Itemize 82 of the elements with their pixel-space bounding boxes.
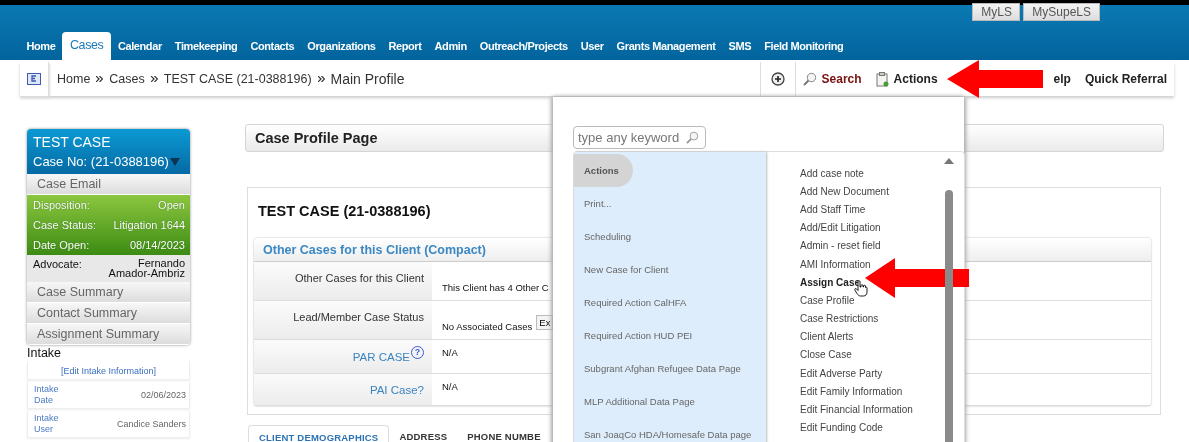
status-label: Disposition: <box>33 199 90 211</box>
field-label: Lead/Member Case Status <box>293 311 424 323</box>
nav-tab[interactable]: Admin <box>428 34 474 60</box>
case-heading: TEST CASE (21-0388196) <box>258 203 431 219</box>
breadcrumb-link[interactable]: Home <box>57 72 91 86</box>
field-value: N/A <box>442 381 458 392</box>
case-email-link[interactable]: Case Email <box>27 174 190 195</box>
nav-tab[interactable]: Grants Management <box>610 34 723 60</box>
field-label: Other Cases for this Client <box>295 272 424 284</box>
actions-link[interactable]: Actions <box>868 71 945 87</box>
help-link[interactable]: elp <box>1046 72 1078 86</box>
action-item[interactable]: Case Profile <box>800 291 855 310</box>
category-item[interactable]: Required Action HUD PEI <box>574 319 707 352</box>
action-item[interactable]: Edit Family Information <box>800 382 903 401</box>
nav-tab[interactable]: SMS <box>722 34 758 60</box>
action-item[interactable]: Edit Financial Information <box>800 400 913 419</box>
nav-tab[interactable]: Organizations <box>300 34 382 60</box>
breadcrumb-link[interactable]: TEST CASE (21-0388196) <box>163 72 312 86</box>
action-item[interactable]: AMI Information <box>800 254 871 274</box>
nav-tab[interactable]: Cases <box>61 32 112 60</box>
section-tab[interactable]: ADDRESS <box>389 425 458 442</box>
nav-tab[interactable]: Calendar <box>111 34 169 60</box>
action-item[interactable]: Admin - reset field <box>800 236 881 255</box>
search-link[interactable]: Search <box>795 72 869 86</box>
other-cases-title: Other Cases for this Client (Compact) <box>263 242 486 257</box>
breadcrumb-link[interactable]: Cases <box>109 72 145 86</box>
status-label: Case Status: <box>33 219 96 231</box>
breadcrumb-current: Main Profile <box>330 71 405 87</box>
section-tab[interactable]: PHONE NUMBE <box>457 425 551 442</box>
category-item[interactable]: New Case for Client <box>574 253 683 286</box>
intake-label: Intake User <box>34 413 60 435</box>
page-title: Case Profile Page <box>255 130 378 146</box>
action-item[interactable]: Close Case <box>800 345 852 365</box>
status-value: Open <box>158 199 185 211</box>
summary-link[interactable]: Assignment Summary <box>27 324 190 345</box>
status-value: Litigation 1644 <box>113 219 185 231</box>
nav-tab[interactable]: User <box>574 34 611 60</box>
action-item[interactable]: Edit Funding Code <box>800 418 883 437</box>
field-label[interactable]: PAR CASE <box>352 350 410 363</box>
summary-link[interactable]: Contact Summary <box>27 303 190 324</box>
category-item[interactable]: Required Action CalHFA <box>574 286 701 319</box>
category-item[interactable]: MLP Additional Data Page <box>574 385 709 418</box>
action-item[interactable]: Case Restrictions <box>800 309 879 328</box>
field-value: No Associated Cases <box>442 321 533 332</box>
action-item[interactable]: Edit Adverse Party <box>800 364 883 383</box>
keyword-search-field[interactable]: type any keyword <box>573 126 706 149</box>
intake-label: Intake Date <box>34 384 60 406</box>
advocate-name: Fernando Amador-Ambriz <box>107 258 185 278</box>
section-tab[interactable]: CLIENT DEMOGRAPHICS <box>248 425 390 442</box>
nav-tab[interactable]: Contacts <box>243 34 301 60</box>
nav-tab[interactable]: Report <box>381 34 428 60</box>
action-item[interactable]: Add Staff Time <box>800 200 866 219</box>
action-item[interactable]: Add New Document <box>800 182 889 201</box>
top-button[interactable]: MySupeLS <box>1023 3 1100 21</box>
action-item[interactable]: Client Alerts <box>800 327 854 346</box>
action-item[interactable]: Add case note <box>800 164 864 183</box>
case-number: Case No: (21-0388196) <box>33 154 169 169</box>
category-item[interactable]: Print... <box>574 187 626 220</box>
top-button[interactable]: MyLS <box>972 3 1021 21</box>
nav-tab[interactable]: Home <box>20 34 62 60</box>
quick-referral-link[interactable]: Quick Referral <box>1077 72 1174 86</box>
intake-value: Candice Sanders <box>116 419 186 429</box>
category-item[interactable]: Subgrant Afghan Refugee Data Page <box>574 352 755 385</box>
intake-heading: Intake <box>27 346 63 360</box>
field-value: This Client has 4 Other C <box>442 282 549 293</box>
category-item[interactable]: San JoaqCo HDA/Homesafe Data page <box>574 418 766 442</box>
nav-tab[interactable]: Field Monitoring <box>757 34 850 60</box>
summary-link[interactable]: Case Summary <box>27 282 190 303</box>
advocate-label: Advocate: <box>33 258 82 272</box>
field-label[interactable]: PAI Case? <box>369 383 424 396</box>
intake-value: 02/06/2023 <box>140 390 186 400</box>
nav-tab[interactable]: Timekeeping <box>168 34 244 60</box>
field-value: N/A <box>442 347 458 358</box>
nav-tab[interactable]: Outreach/Projects <box>473 34 575 60</box>
expand-button[interactable]: Ex <box>536 315 554 330</box>
status-value: 08/14/2023 <box>129 239 185 251</box>
case-title: TEST CASE <box>33 134 112 150</box>
category-item[interactable]: Actions <box>574 154 633 187</box>
status-label: Date Open: <box>33 239 90 251</box>
action-item[interactable]: Add/Edit Litigation <box>800 218 881 237</box>
category-item[interactable]: Scheduling <box>574 220 645 253</box>
edit-intake-link[interactable]: [Edit Intake Information] <box>60 366 157 376</box>
